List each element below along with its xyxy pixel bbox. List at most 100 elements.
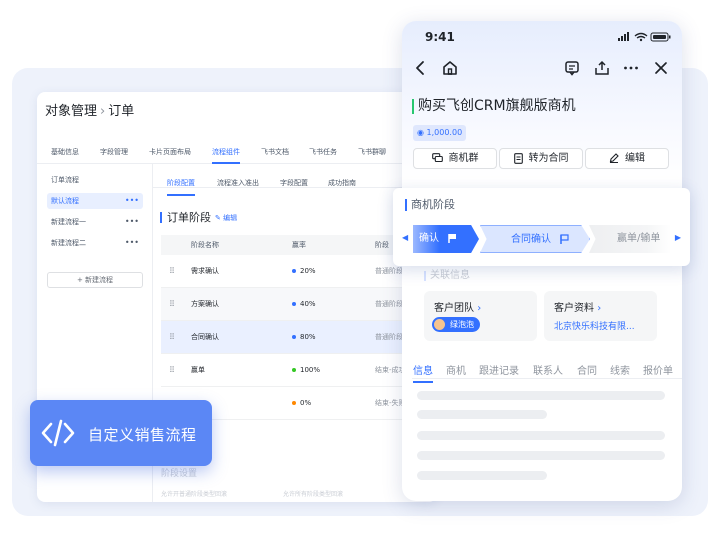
table-row[interactable]: ⠿ 方案确认 40% 普通阶段 bbox=[161, 288, 437, 321]
breadcrumb: 对象管理 › 订单 bbox=[45, 100, 134, 119]
win-rate: 80% bbox=[292, 333, 316, 341]
flag-icon bbox=[448, 234, 457, 243]
skeleton-line bbox=[417, 391, 665, 400]
stage-step-current[interactable]: 合同确认 bbox=[480, 225, 590, 253]
drag-handle-icon[interactable]: ⠿ bbox=[169, 366, 175, 375]
close-icon[interactable] bbox=[652, 59, 670, 77]
win-rate-value: 100% bbox=[300, 366, 321, 374]
status-dot bbox=[292, 335, 296, 339]
tab-info[interactable]: 信息 bbox=[413, 362, 433, 383]
customer-name-link[interactable]: 北京快乐科技有限... bbox=[554, 319, 635, 332]
win-rate: 0% bbox=[292, 399, 311, 407]
tab-contracts[interactable]: 合同 bbox=[577, 362, 597, 377]
chevron-right-icon: › bbox=[597, 303, 602, 314]
stage-name: 合同确认 bbox=[191, 333, 219, 341]
status-dot bbox=[292, 269, 296, 273]
new-flow-button[interactable]: + 新建流程 bbox=[47, 272, 143, 288]
tab-docs[interactable]: 飞书文档 bbox=[261, 147, 289, 157]
tab-success-guide[interactable]: 成功指南 bbox=[328, 178, 356, 188]
status-dot bbox=[292, 401, 296, 405]
tab-quotes[interactable]: 报价单 bbox=[643, 362, 673, 377]
chevron-right-icon: › bbox=[100, 104, 106, 119]
tab-follow-up[interactable]: 跟进记录 bbox=[479, 362, 519, 377]
status-bar-icons bbox=[618, 32, 671, 42]
pencil-icon bbox=[609, 153, 619, 163]
header-stage-name: 阶段名称 bbox=[191, 241, 219, 249]
more-icon[interactable]: ••• bbox=[125, 214, 139, 230]
convert-contract-label: 转为合同 bbox=[528, 153, 569, 164]
stage-type: 普通阶段 bbox=[375, 267, 403, 275]
stage-section-title: 订单阶段 bbox=[160, 212, 211, 223]
stage-type: 结束-失败 bbox=[375, 399, 406, 407]
rollback-option-1[interactable]: 允许开普通阶段类型回滚 bbox=[161, 489, 227, 498]
customer-team-card[interactable]: 客户团队 › 绿泡泡 bbox=[424, 291, 537, 341]
skeleton-line bbox=[417, 471, 547, 480]
rollback-option-2[interactable]: 允许所有阶段类型回滚 bbox=[283, 489, 343, 498]
customer-profile-label: 客户资料 › bbox=[554, 299, 601, 314]
tab-group-chat[interactable]: 飞书群聊 bbox=[358, 147, 386, 157]
table-row[interactable]: ⠿ 合同确认 80% 普通阶段 bbox=[161, 321, 437, 354]
stage-card-title: 商机阶段 bbox=[405, 199, 455, 211]
tab-field-config[interactable]: 字段配置 bbox=[280, 178, 308, 188]
currency-icon: ◉ bbox=[417, 128, 424, 137]
scroll-left-icon[interactable]: ◀ bbox=[402, 233, 408, 242]
pencil-icon: ✎ bbox=[215, 214, 221, 222]
share-icon[interactable] bbox=[593, 59, 611, 77]
tab-entry-exit[interactable]: 流程准入准出 bbox=[217, 178, 259, 188]
deal-group-button[interactable]: 商机群 bbox=[413, 148, 497, 169]
header-stage-type: 阶段 bbox=[375, 241, 389, 249]
scroll-right-icon[interactable]: ▶ bbox=[675, 233, 681, 242]
flow-item-new-1[interactable]: 新建流程一 ••• bbox=[47, 214, 143, 230]
tab-opportunity[interactable]: 商机 bbox=[446, 362, 466, 377]
stage-step-completed[interactable]: 确认 bbox=[413, 225, 479, 253]
skeleton-line bbox=[417, 410, 547, 419]
tab-stage-config[interactable]: 阶段配置 bbox=[167, 178, 195, 196]
table-row[interactable]: ⠿ 赢单 100% 结束-成功 bbox=[161, 354, 437, 387]
stage-config-tabs: 阶段配置 流程准入准出 字段配置 成功指南 bbox=[153, 164, 437, 196]
member-chip[interactable]: 绿泡泡 bbox=[432, 317, 480, 332]
canvas: 对象管理 › 订单 基础信息 字段管理 卡片页面布局 流程组件 飞书文档 飞书任务 … bbox=[0, 0, 720, 540]
back-icon[interactable] bbox=[412, 59, 430, 77]
flag-icon bbox=[560, 234, 569, 244]
drag-handle-icon[interactable]: ⠿ bbox=[169, 267, 175, 276]
stage-step-label: 赢单/输单 bbox=[617, 233, 661, 244]
stage-settings-title: 阶段设置 bbox=[161, 469, 198, 479]
more-icon[interactable]: ••• bbox=[125, 193, 139, 209]
flow-item-label: 订单流程 bbox=[51, 176, 79, 184]
tab-card-layout[interactable]: 卡片页面布局 bbox=[149, 147, 191, 157]
message-icon[interactable] bbox=[563, 59, 581, 77]
stage-step-final[interactable]: 赢单/输单 bbox=[589, 225, 671, 253]
tab-basic-info[interactable]: 基础信息 bbox=[51, 147, 79, 157]
tab-tasks[interactable]: 飞书任务 bbox=[309, 147, 337, 157]
flow-item-order[interactable]: 订单流程 bbox=[47, 172, 143, 188]
tab-contacts[interactable]: 联系人 bbox=[533, 362, 563, 377]
stage-name: 赢单 bbox=[191, 366, 205, 374]
convert-contract-button[interactable]: 转为合同 bbox=[499, 148, 583, 169]
customer-profile-text: 客户资料 bbox=[554, 303, 594, 314]
edit-link[interactable]: ✎ 编辑 bbox=[215, 213, 237, 223]
more-icon[interactable] bbox=[622, 59, 640, 77]
win-rate: 40% bbox=[292, 300, 316, 308]
win-rate-value: 80% bbox=[300, 333, 316, 341]
breadcrumb-parent[interactable]: 对象管理 bbox=[45, 104, 97, 119]
flow-item-new-2[interactable]: 新建流程二 ••• bbox=[47, 235, 143, 251]
object-tabs: 基础信息 字段管理 卡片页面布局 流程组件 飞书文档 飞书任务 飞书群聊 bbox=[37, 142, 437, 164]
tab-process-component[interactable]: 流程组件 bbox=[212, 147, 240, 164]
chevron-right-icon: › bbox=[477, 303, 482, 314]
drag-handle-icon[interactable]: ⠿ bbox=[169, 333, 175, 342]
tab-field-management[interactable]: 字段管理 bbox=[100, 147, 128, 157]
edit-label: 编辑 bbox=[625, 153, 645, 164]
drag-handle-icon[interactable]: ⠿ bbox=[169, 300, 175, 309]
more-icon[interactable]: ••• bbox=[125, 235, 139, 251]
home-icon[interactable] bbox=[441, 59, 459, 77]
edit-button[interactable]: 编辑 bbox=[585, 148, 669, 169]
tabs-divider bbox=[412, 378, 682, 379]
opportunity-stage-card: 商机阶段 ◀ 确认 合同确认 赢单/输单 ▶ bbox=[393, 188, 690, 266]
tab-leads[interactable]: 线索 bbox=[610, 362, 630, 377]
status-time: 9:41 bbox=[425, 30, 455, 44]
customer-profile-card[interactable]: 客户资料 › 北京快乐科技有限... bbox=[544, 291, 657, 341]
flow-item-default[interactable]: 默认流程 ••• bbox=[47, 193, 143, 209]
breadcrumb-current: 订单 bbox=[108, 104, 135, 119]
member-name: 绿泡泡 bbox=[450, 320, 474, 329]
skeleton-line bbox=[417, 451, 665, 460]
